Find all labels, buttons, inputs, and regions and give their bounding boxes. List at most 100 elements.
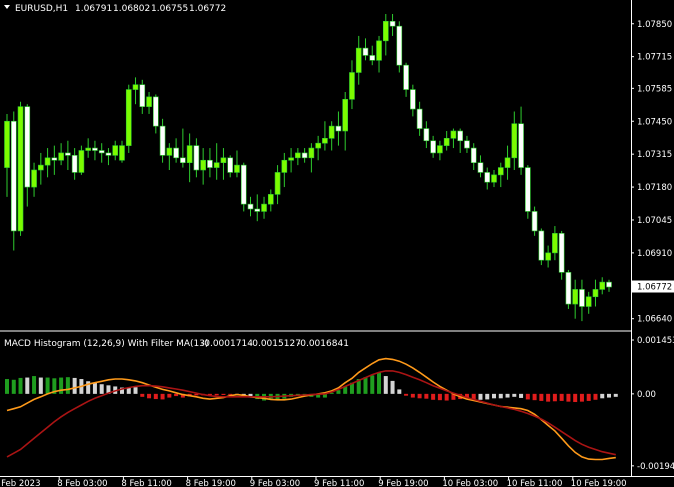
time-tick-label: 10 Feb 03:00 — [442, 479, 498, 487]
histogram-bar — [167, 393, 172, 398]
indicator-value-2: -0.0015127 — [249, 339, 301, 349]
candle-down — [24, 106, 31, 188]
candle-down — [159, 125, 166, 156]
histogram-bar — [390, 380, 395, 394]
histogram-bar — [532, 393, 537, 401]
candle-down — [10, 120, 17, 232]
candle-down — [173, 147, 179, 159]
ohlc-low: 1.06755 — [151, 4, 188, 14]
candle-down — [410, 89, 416, 110]
histogram-bar — [505, 393, 510, 398]
candle-up — [328, 125, 335, 139]
histogram-bar — [539, 393, 544, 401]
macd-tick-label: -0.001942 — [637, 462, 674, 472]
histogram-bar — [586, 393, 591, 401]
candle-up — [315, 142, 321, 149]
price-tick-label: 1.07315 — [637, 150, 672, 160]
candle-down — [65, 152, 71, 156]
candle-up — [497, 167, 504, 176]
histogram-bar — [613, 393, 618, 397]
histogram-bar — [377, 372, 382, 394]
candle-up — [592, 289, 599, 298]
candle-down — [416, 108, 423, 129]
candle-down — [457, 130, 463, 142]
histogram-bar — [593, 393, 598, 400]
candle-down — [247, 203, 254, 210]
histogram-bar — [174, 393, 179, 397]
histogram-bar — [552, 393, 557, 402]
candle-up — [504, 157, 511, 168]
candle-up — [322, 138, 328, 144]
candle-up — [132, 84, 139, 90]
ohlc-open: 1.06791 — [75, 4, 112, 14]
candle-down — [464, 140, 470, 149]
histogram-bar — [214, 393, 219, 396]
symbol-label: EURUSD,H1 — [15, 4, 68, 14]
price-tick-label: 1.07450 — [637, 117, 672, 127]
histogram-bar — [485, 393, 490, 400]
candle-up — [281, 159, 288, 173]
candle-down — [396, 25, 403, 66]
candle-down — [369, 55, 376, 61]
histogram-bar — [59, 377, 64, 394]
candle-down — [389, 21, 396, 27]
histogram-bar — [72, 377, 77, 394]
price-tick-label: 1.07850 — [637, 20, 672, 30]
macd-tick-label: 0.001453 — [637, 336, 674, 346]
histogram-bar — [525, 393, 530, 400]
histogram-bar — [147, 393, 152, 399]
candle-up — [261, 203, 267, 212]
candle-down — [430, 140, 436, 154]
candle-up — [200, 159, 206, 171]
price-tick-label: 1.07045 — [637, 216, 672, 226]
histogram-bar — [5, 379, 9, 394]
candle-down — [538, 230, 545, 261]
histogram-bar — [573, 393, 578, 403]
histogram-bar — [498, 393, 503, 399]
candle-up — [267, 194, 274, 205]
candle-up — [437, 145, 443, 154]
candle-down — [606, 281, 612, 288]
candle-up — [146, 96, 152, 107]
histogram-bar — [133, 387, 138, 394]
time-tick-label: 8 Feb 03:00 — [57, 479, 107, 487]
histogram-bar — [512, 393, 517, 397]
histogram-bar — [424, 393, 429, 399]
candle-down — [92, 147, 98, 151]
candle-down — [335, 125, 342, 132]
ohlc-high: 1.06802 — [113, 4, 150, 14]
candle-up — [295, 152, 301, 159]
candle-up — [58, 152, 64, 161]
histogram-bar — [45, 377, 50, 394]
candle-up — [552, 233, 558, 254]
time-tick-label: 9 Feb 11:00 — [314, 479, 364, 487]
candle-up — [308, 147, 315, 159]
candle-down — [525, 167, 531, 212]
histogram-bar — [65, 377, 70, 394]
candle-down — [254, 208, 261, 212]
price-tick-label: 1.06640 — [637, 315, 672, 325]
histogram-bar — [126, 387, 131, 394]
histogram-bar — [417, 393, 422, 399]
histogram-bar — [566, 393, 571, 402]
candle-up — [443, 138, 450, 146]
price-tick-label: 1.06910 — [637, 249, 672, 259]
histogram-bar — [370, 375, 375, 394]
candle-down — [105, 152, 112, 156]
candle-down — [153, 96, 159, 127]
candle-up — [166, 147, 173, 156]
candle-down — [362, 47, 369, 56]
candle-down — [180, 157, 186, 163]
candle-up — [112, 145, 119, 156]
ohlc-close: 1.06772 — [189, 4, 226, 14]
candle-up — [491, 174, 497, 183]
candle-up — [31, 169, 37, 188]
macd-tick-label: 0.00 — [637, 390, 656, 400]
histogram-bar — [559, 393, 564, 401]
time-tick-label: 10 Feb 19:00 — [571, 479, 627, 487]
candle-up — [511, 123, 518, 159]
candle-up — [355, 47, 362, 73]
histogram-bar — [519, 393, 524, 398]
candle-down — [470, 147, 477, 163]
histogram-bar — [444, 393, 449, 401]
